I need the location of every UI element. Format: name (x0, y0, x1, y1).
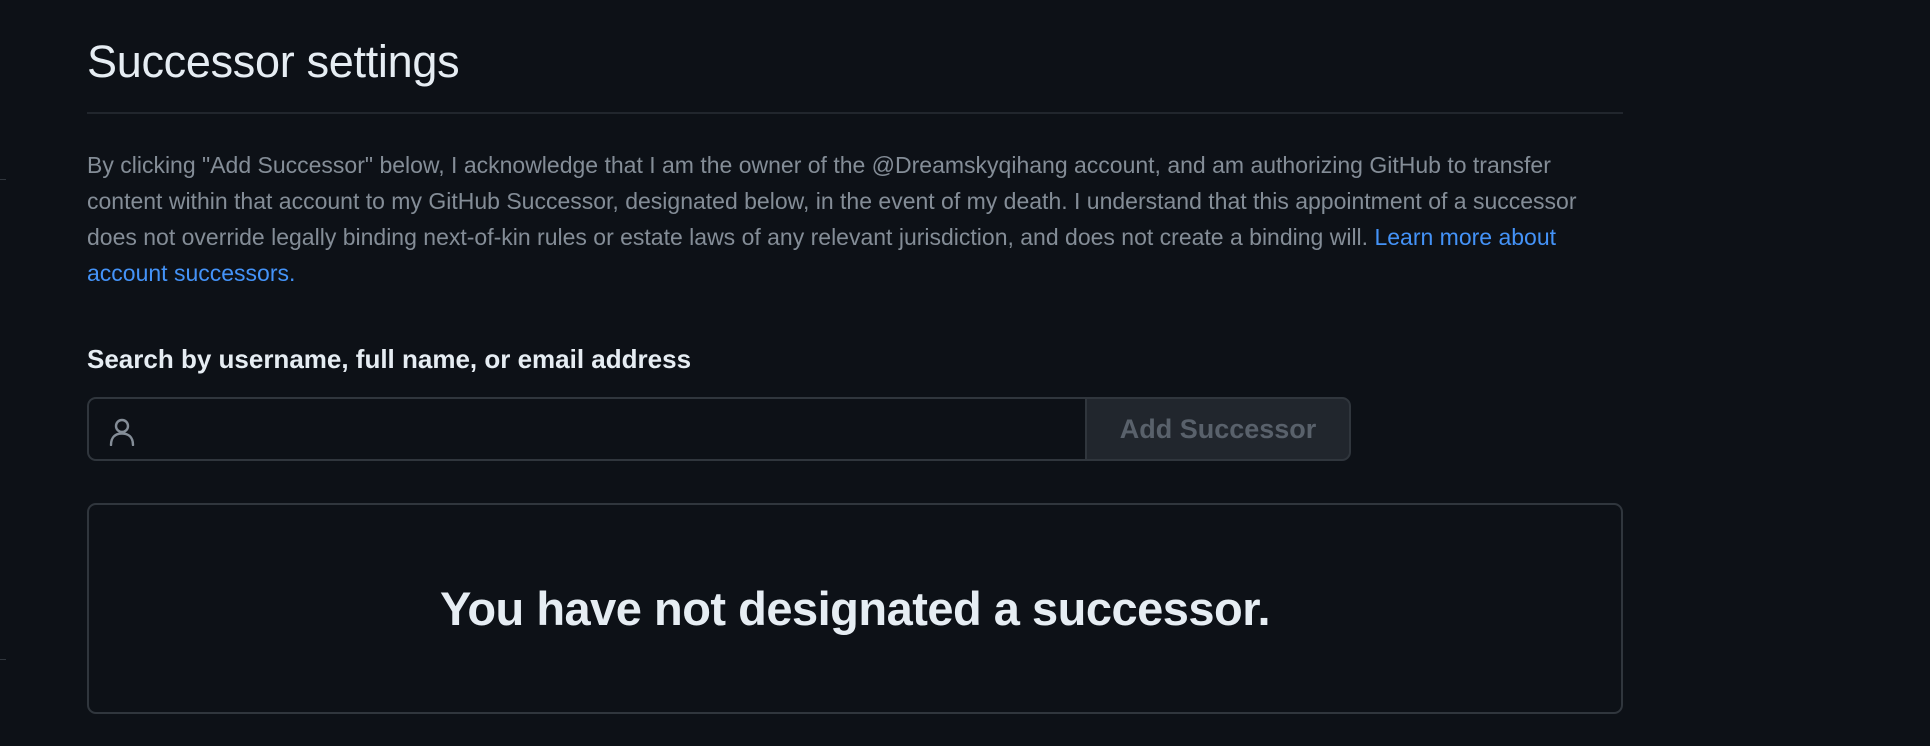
successor-list-panel: You have not designated a successor. (87, 503, 1623, 714)
successor-search-group: Add Successor (87, 397, 1351, 461)
description-text: By clicking "Add Successor" below, I ack… (87, 152, 1577, 250)
add-successor-button[interactable]: Add Successor (1085, 397, 1351, 461)
left-edge-tick-top (0, 179, 6, 180)
search-box[interactable] (87, 397, 1085, 461)
person-icon (109, 418, 135, 447)
empty-successor-message: You have not designated a successor. (439, 582, 1271, 635)
successor-search-input[interactable] (149, 399, 1073, 461)
title-divider (87, 112, 1623, 114)
left-edge-tick-bottom (0, 659, 6, 660)
successor-description: By clicking "Add Successor" below, I ack… (87, 147, 1623, 291)
page-title: Successor settings (87, 36, 460, 87)
search-label: Search by username, full name, or email … (87, 344, 692, 374)
successor-settings-section: Successor settings By clicking "Add Succ… (87, 0, 1623, 714)
